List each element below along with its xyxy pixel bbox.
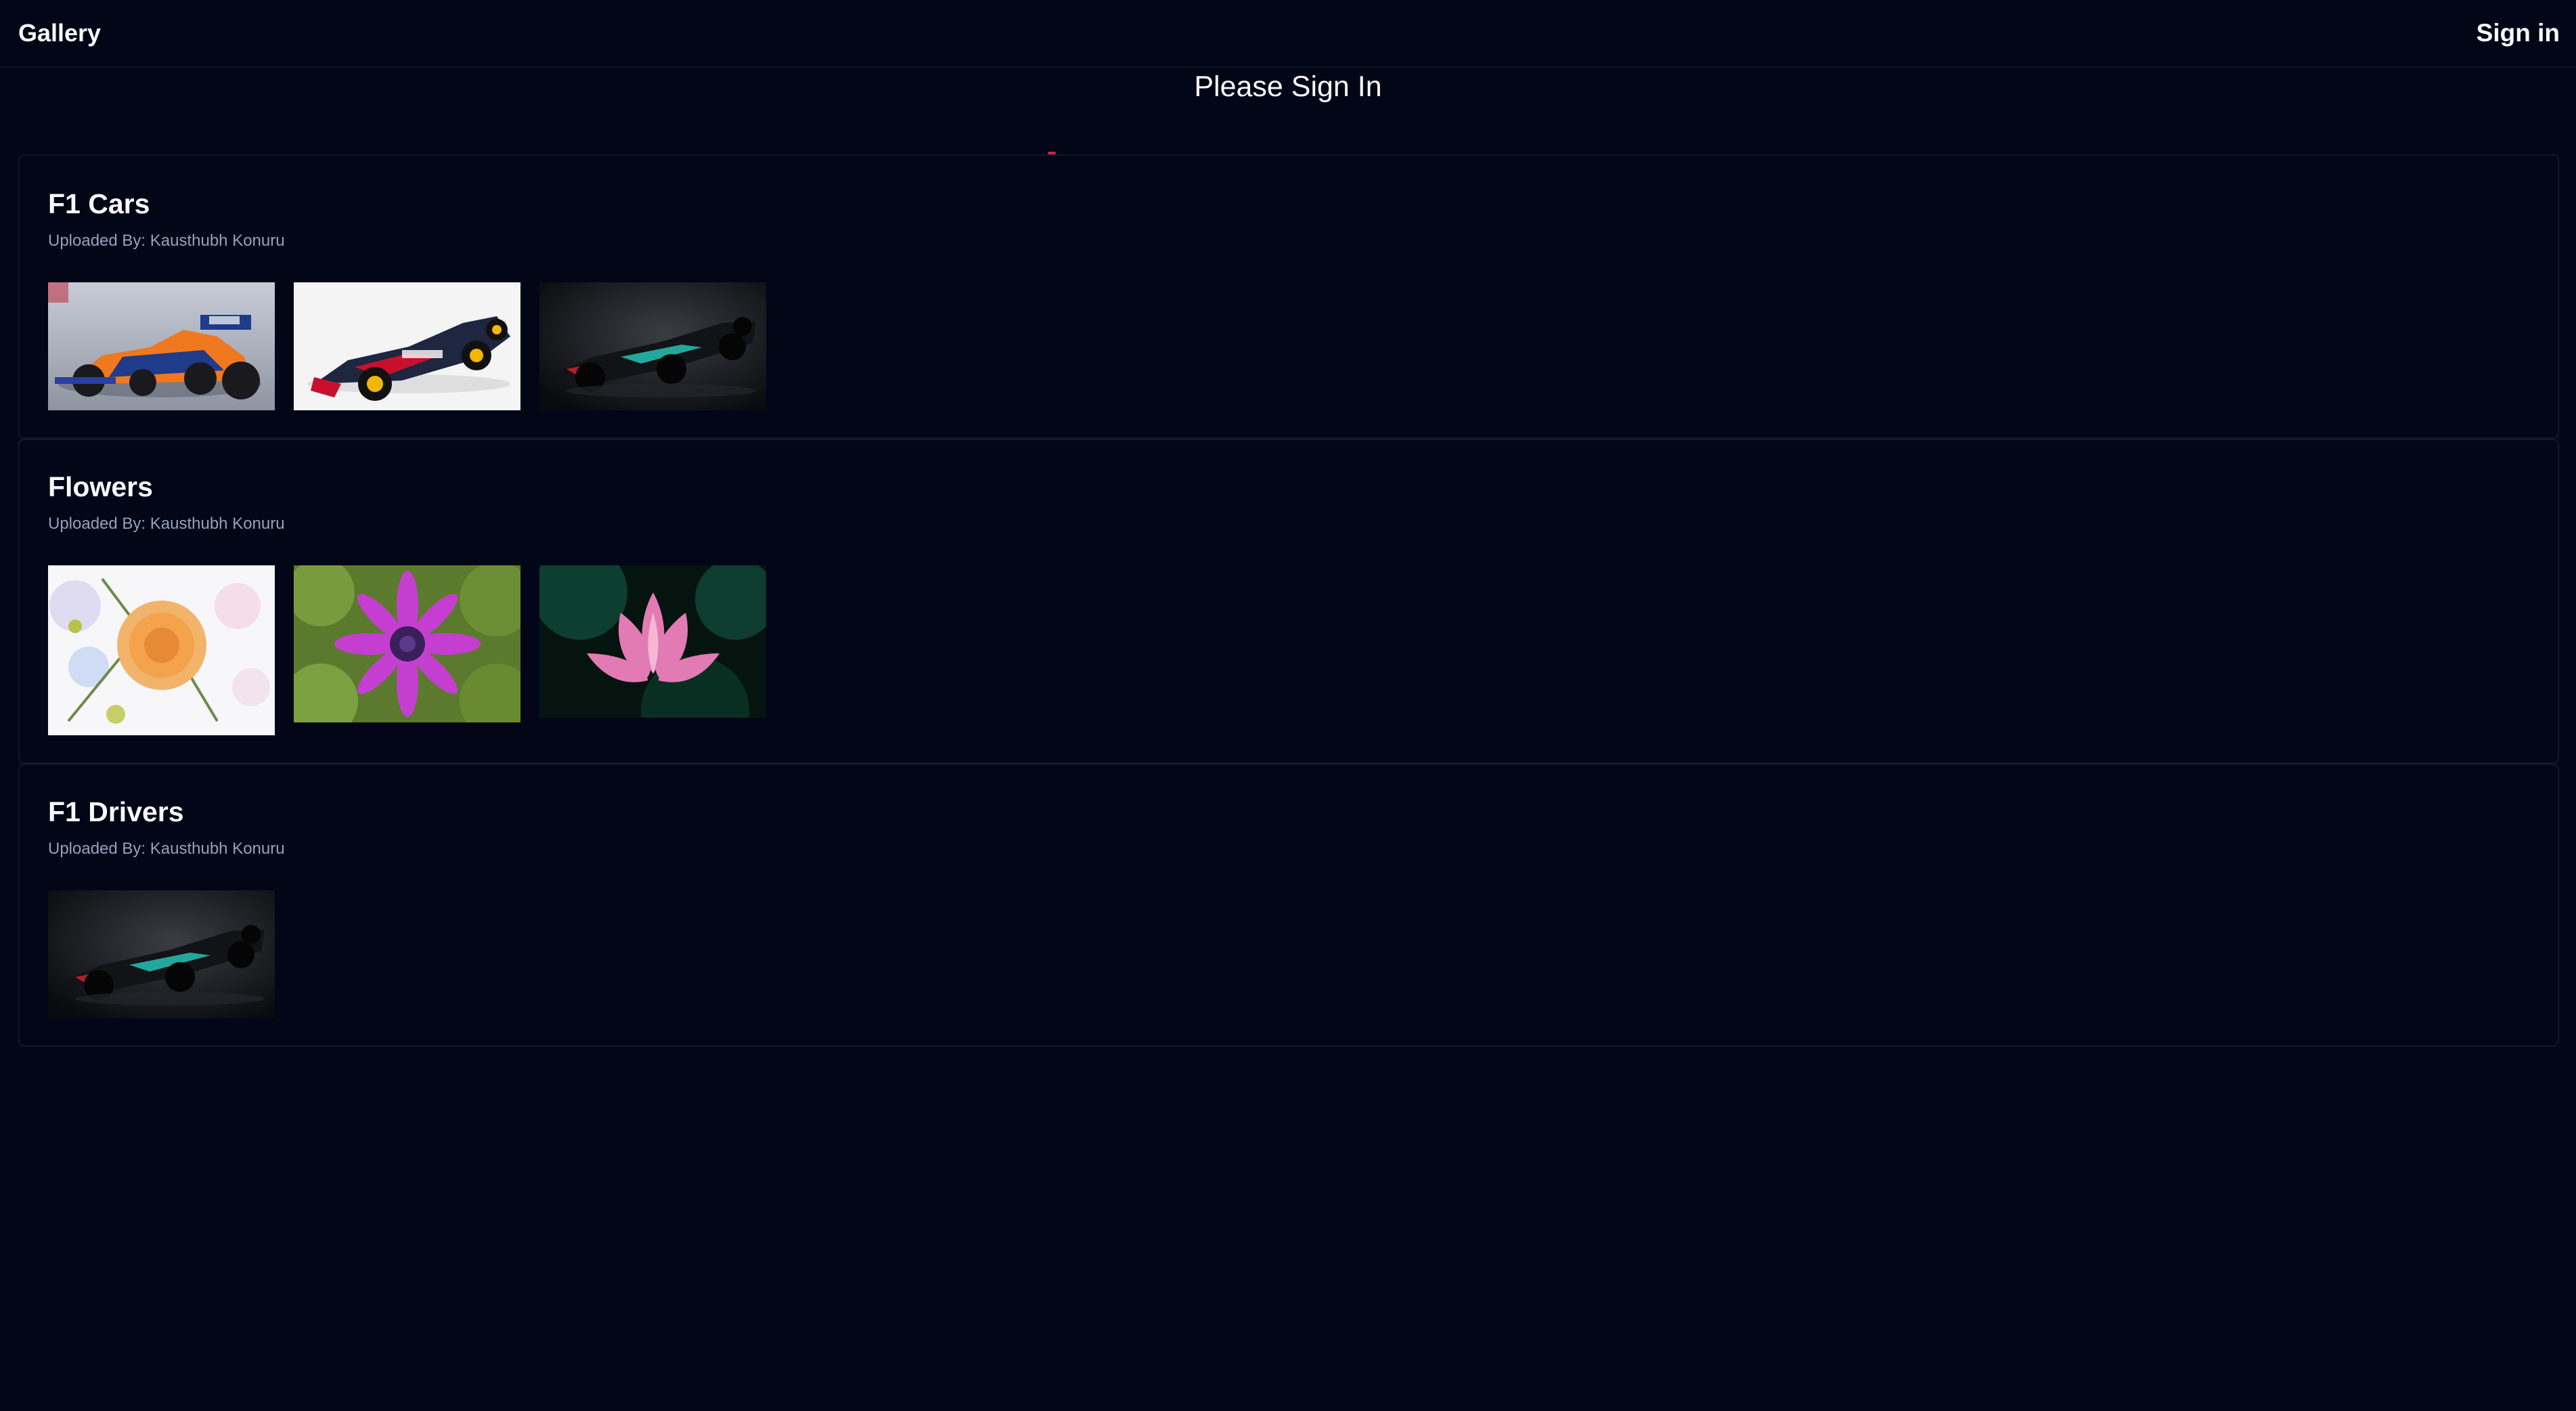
image-thumbnail[interactable] bbox=[294, 282, 520, 410]
page-heading: Please Sign In bbox=[1194, 70, 1382, 103]
black-f1-car-image bbox=[539, 282, 766, 410]
gallery-brand-link[interactable]: Gallery bbox=[18, 19, 101, 47]
album-card-f1-cars: F1 Cars Uploaded By: Kausthubh Konuru bbox=[18, 154, 2559, 439]
image-thumbnail[interactable] bbox=[539, 565, 766, 718]
navbar: Gallery Sign in bbox=[0, 0, 2576, 68]
image-thumbnail[interactable] bbox=[48, 565, 275, 735]
album-card-flowers: Flowers Uploaded By: Kausthubh Konuru bbox=[18, 439, 2559, 764]
image-thumbnail[interactable] bbox=[539, 282, 766, 410]
image-thumbnail[interactable] bbox=[48, 890, 275, 1018]
sign-in-link[interactable]: Sign in bbox=[2477, 19, 2560, 47]
image-thumbnail[interactable] bbox=[48, 282, 275, 410]
black-f1-car-image bbox=[48, 890, 275, 1018]
album-title: F1 Cars bbox=[48, 188, 150, 219]
rose-bouquet-image bbox=[48, 565, 275, 735]
album-title: F1 Drivers bbox=[48, 796, 184, 827]
blue-f1-car-image bbox=[294, 282, 520, 410]
album-uploader: Uploaded By: Kausthubh Konuru bbox=[48, 840, 285, 858]
album-title: Flowers bbox=[48, 471, 153, 502]
orange-f1-car-image bbox=[48, 282, 275, 410]
album-card-f1-drivers: F1 Drivers Uploaded By: Kausthubh Konuru bbox=[18, 764, 2559, 1047]
image-thumbnail[interactable] bbox=[294, 565, 520, 722]
album-uploader: Uploaded By: Kausthubh Konuru bbox=[48, 515, 285, 533]
pink-lotus-image bbox=[539, 565, 766, 718]
album-uploader: Uploaded By: Kausthubh Konuru bbox=[48, 232, 285, 250]
purple-daisy-image bbox=[294, 565, 520, 722]
